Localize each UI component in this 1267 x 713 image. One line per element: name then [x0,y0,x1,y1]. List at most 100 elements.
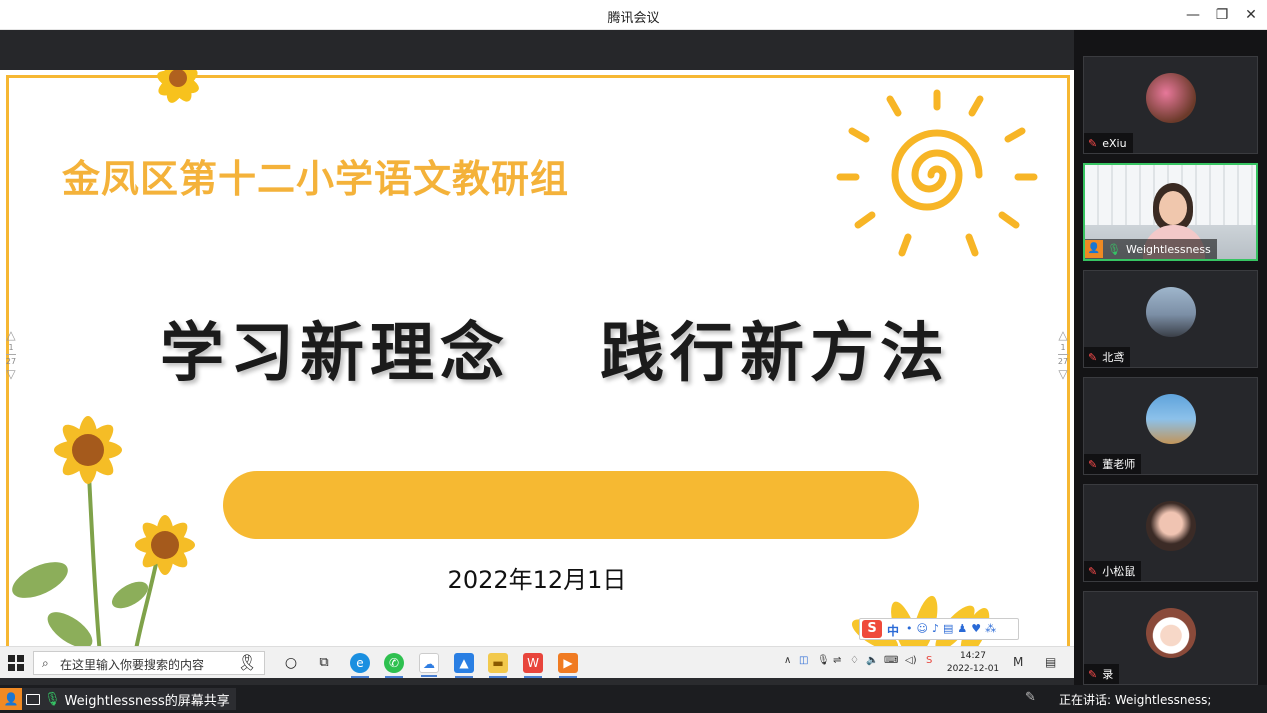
mic-muted-icon: ✎ [1088,350,1098,364]
ime-chinese-mode[interactable]: 中 [887,622,899,639]
tray-overflow-icon[interactable]: ∧ [784,655,791,666]
participant-name: 录 [1102,668,1114,681]
participant-panel: ✎ eXiu 👤 🎙 Weightlessness ✎ 北鸢 ✎ 董老师 ✎ 小… [1074,30,1267,685]
avatar [1146,287,1196,337]
avatar [1146,73,1196,123]
task-view-icon[interactable]: ⧉ [314,653,334,673]
participant-namebar: ✎ 小松鼠 [1084,561,1142,581]
tray-volume-icon[interactable]: 🔈 [866,655,878,666]
participant-tile[interactable]: ✎ 小松鼠 [1083,484,1258,582]
participant-namebar: 👤 🎙 Weightlessness [1085,239,1217,259]
taskbar-search-input[interactable]: ⌕ 在这里输入你要搜索的内容 [33,651,265,675]
presentation-slide: 金凤区第十二小学语文教研组 学习新理念 践行新方法 2022年12月1日 △ 1… [0,70,1074,646]
restore-icon[interactable]: ❐ [1211,4,1233,26]
close-icon[interactable]: ✕ [1240,4,1262,26]
file-explorer-icon[interactable]: ▬ [488,653,508,678]
mic-muted-icon[interactable]: ✎ [1025,690,1036,705]
participant-namebar: ✎ 董老师 [1084,454,1142,474]
ime-tools-icons[interactable]: •☺♪▤♟♥⁂ [906,622,1000,635]
participant-tile[interactable]: ✎ 北鸢 [1083,270,1258,368]
tray-speaker-icon[interactable]: ◁) [905,655,917,666]
minimize-icon[interactable]: — [1182,4,1204,26]
stage-header [0,30,1074,70]
window-title: 腾讯会议 [607,11,660,26]
host-avatar-icon: 👤 [1085,240,1103,258]
screen-share-badge[interactable]: 👤 🎙 Weightlessness的屏幕共享 [0,688,236,710]
participant-name: 北鸢 [1102,351,1125,364]
participant-tile[interactable]: ✎ 录 [1083,591,1258,685]
page-up-arrow-icon[interactable]: △ [4,328,18,342]
search-icon: ⌕ [42,656,49,670]
notification-icon[interactable]: ▤ [1045,655,1056,669]
page-total: 27 [1057,357,1069,366]
participant-namebar: ✎ eXiu [1084,133,1133,153]
windows-start-icon[interactable] [8,655,24,671]
ime-toolbar[interactable]: S 中 •☺♪▤♟♥⁂ [859,618,1019,640]
slide-main-title: 学习新理念 践行新方法 [160,302,950,394]
mic-on-icon: 🎙 [44,691,61,707]
participant-tile[interactable]: ✎ eXiu [1083,56,1258,154]
slide-group-title: 金凤区第十二小学语文教研组 [62,157,570,201]
participant-tile[interactable]: ✎ 董老师 [1083,377,1258,475]
tray-im-icon[interactable]: M [1013,655,1023,669]
participant-name: 董老师 [1102,458,1136,471]
mic-muted-icon: ✎ [1088,457,1098,471]
edge-icon[interactable]: e [350,653,370,678]
mic-muted-icon: ✎ [1088,564,1098,578]
bottom-status-bar: 👤 🎙 Weightlessness的屏幕共享 ✎ 正在讲话: Weightle… [0,685,1267,713]
title-bar: 腾讯会议 — ❐ ✕ [0,0,1267,30]
cortana-icon[interactable]: ○ [281,653,301,673]
wps-icon[interactable]: W [523,653,543,678]
tray-sogou-icon[interactable]: S [926,655,932,666]
avatar [1146,501,1196,551]
tray-app-icon[interactable]: ◫ [799,655,808,666]
taskbar-clock[interactable]: 14:27 2022-12-01 [946,650,1000,676]
participant-name: eXiu [1102,136,1127,150]
page-down-arrow-icon[interactable]: ▽ [1056,367,1070,381]
tencent-meeting-icon[interactable]: ▲ [454,653,474,678]
mic-on-icon: 🎙 [1107,242,1121,256]
page-nav-left: △ 1 27 ▽ [4,328,18,418]
sunflower-top-illustration [157,70,199,103]
shared-screen-stage: 金凤区第十二小学语文教研组 学习新理念 践行新方法 2022年12月1日 △ 1… [0,30,1074,685]
clock-date: 2022-12-01 [946,664,1000,674]
participant-video-face [1159,191,1187,225]
sogou-ime-icon[interactable]: S [862,620,882,638]
tray-keyboard-icon[interactable]: ⌨ [884,655,898,666]
page-up-arrow-icon[interactable]: △ [1056,328,1070,342]
participant-namebar: ✎ 录 [1084,664,1120,684]
slide-main-right: 践行新方法 [600,317,950,391]
avatar [1146,394,1196,444]
page-current: 1 [1060,343,1066,352]
share-label: Weightlessness的屏幕共享 [64,693,230,709]
tray-shield-icon[interactable]: ♢ [850,655,859,666]
ribbon-icon[interactable]: 🎗 [237,653,257,673]
sunflower-left-illustration [12,416,195,646]
tray-settings-icon[interactable]: ⇌ [833,655,841,666]
page-nav-right: △ 1 27 ▽ [1056,328,1070,418]
taskbar-search-placeholder: 在这里输入你要搜索的内容 [60,658,205,672]
slide-main-left: 学习新理念 [160,317,510,391]
tray-mic-icon[interactable]: 🎙 [817,655,830,666]
avatar [1146,608,1196,658]
page-total: 27 [5,357,17,366]
participant-tile[interactable]: 👤 🎙 Weightlessness [1083,163,1258,261]
speaking-indicator: 正在讲话: Weightlessness; [1059,693,1212,707]
clock-time: 14:27 [960,651,986,661]
mic-muted-icon: ✎ [1088,667,1098,681]
windows-taskbar: ⌕ 在这里输入你要搜索的内容 🎗 ○ ⧉ e ✆ ☁ ▲ ▬ W ▶ ∧ ◫ 🎙… [0,646,1074,678]
wechat-icon[interactable]: ✆ [384,653,404,678]
player-icon[interactable]: ▶ [558,653,578,678]
sun-illustration [836,89,1038,257]
page-current: 1 [8,343,14,352]
participant-namebar: ✎ 北鸢 [1084,347,1131,367]
host-avatar-icon: 👤 [0,688,22,710]
slide-decorative-banner [223,471,919,539]
participant-name: 小松鼠 [1102,565,1136,578]
cloud-app-icon[interactable]: ☁ [419,653,439,677]
page-down-arrow-icon[interactable]: ▽ [4,367,18,381]
participant-name: Weightlessness [1125,242,1211,256]
mic-muted-icon: ✎ [1088,136,1098,150]
slide-date: 2022年12月1日 [447,566,627,594]
screen-share-icon [26,693,40,705]
